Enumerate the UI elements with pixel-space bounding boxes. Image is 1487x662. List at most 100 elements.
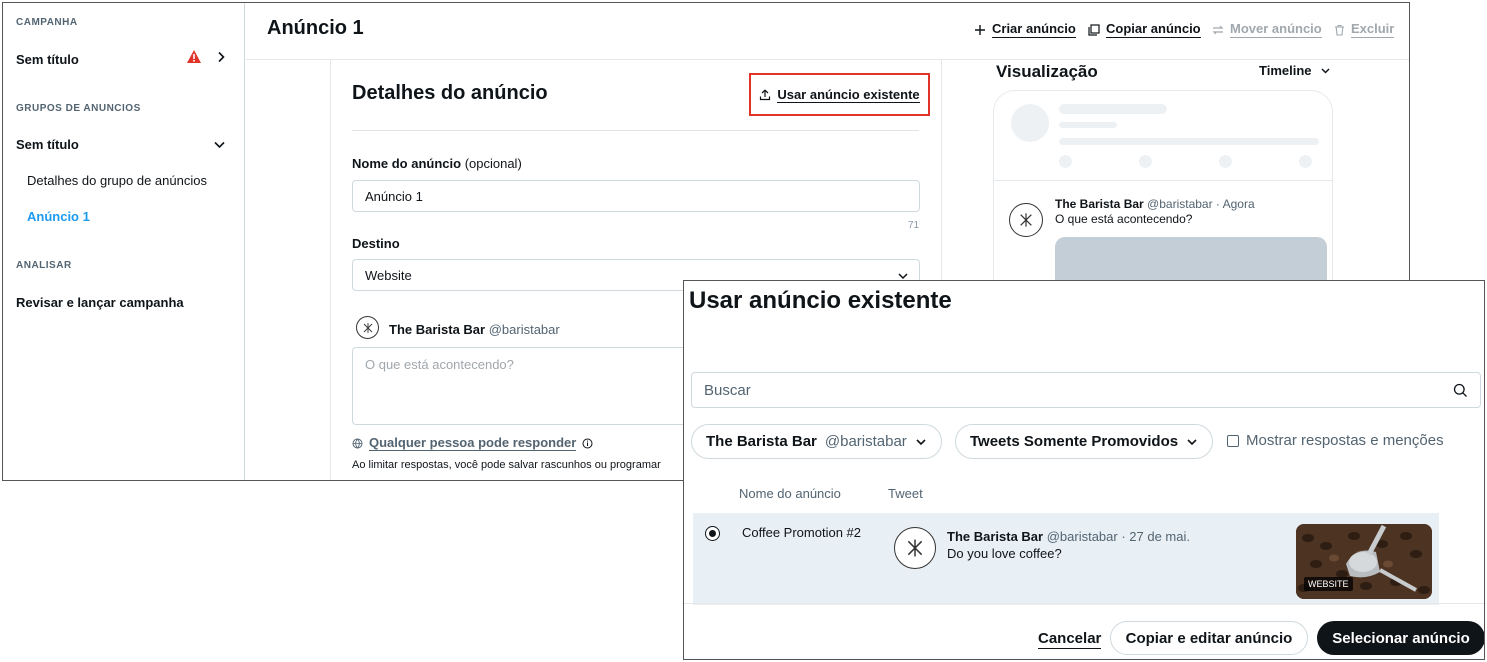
destination-label: Destino [352,236,400,251]
swap-icon [1212,25,1224,34]
use-existing-ad-button[interactable]: Usar anúncio existente [749,73,930,116]
warning-icon [187,50,201,63]
show-replies-toggle[interactable]: Mostrar respostas e menções [1227,432,1444,449]
skeleton-dot [1139,155,1152,168]
row-account-meta: @baristabar · 27 de mai. [1046,529,1190,544]
barista-logo-icon [907,539,923,557]
page-title: Anúncio 1 [267,17,364,39]
plus-icon [975,24,985,35]
skeleton-dot [1299,155,1312,168]
skeleton-line [1059,104,1167,114]
account-line: The Barista Bar @baristabar [389,322,560,337]
use-existing-label: Usar anúncio existente [777,86,920,103]
info-icon[interactable] [582,438,593,449]
char-counter: 71 [908,220,920,231]
chevron-right-icon[interactable] [215,51,227,63]
row-tweet-text: Do you love coffee? [947,546,1062,561]
select-ad-button[interactable]: Selecionar anúncio [1317,621,1484,655]
move-ad-button[interactable]: Mover anúncio [1212,21,1322,38]
avatar [894,527,936,569]
row-account-name: The Barista Bar [947,529,1044,544]
table-row[interactable]: Coffee Promotion #2 The Barista Bar @bar… [693,513,1439,605]
sidebar-section-campaign: CAMPANHA [16,17,78,28]
reply-setting-label: Qualquer pessoa pode responder [369,435,577,451]
preview-account-line: The Barista Bar @baristabar · Agora [1055,197,1255,211]
divider [684,603,1484,604]
preview-mode-label: Timeline [1259,63,1312,78]
sidebar-section-analyze: ANALISAR [16,260,72,271]
create-ad-button[interactable]: Criar anúncio [974,21,1076,38]
sidebar-item-ad[interactable]: Anúncio 1 [27,209,90,224]
account-handle: @baristabar [488,322,560,337]
skeleton-dot [1059,155,1072,168]
tweet-type-filter-dropdown[interactable]: Tweets Somente Promovidos [955,424,1214,459]
divider [352,130,919,131]
show-replies-checkbox[interactable] [1227,434,1239,447]
account-filter-handle: @baristabar [824,433,907,450]
globe-icon [352,438,363,449]
sidebar: CAMPANHA Sem título GRUPOS DE ANUNCIOS S… [3,3,245,480]
delete-label: Excluir [1351,21,1395,38]
skeleton-dot [1219,155,1232,168]
preview-title: Visualização [996,62,1098,81]
website-badge: WEBSITE [1304,577,1353,591]
row-ad-name: Coffee Promotion #2 [742,525,861,540]
barista-logo-icon [363,322,372,333]
sidebar-item-review[interactable]: Revisar e lançar campanha [16,295,184,310]
sidebar-item-campaign[interactable]: Sem título [16,52,79,67]
use-existing-ad-modal: Usar anúncio existente Buscar The Barist… [683,280,1485,660]
avatar [1009,203,1043,237]
sidebar-item-adgroup-details[interactable]: Detalhes do grupo de anúncios [27,173,207,188]
modal-title: Usar anúncio existente [689,287,952,314]
chevron-down-icon [1187,438,1197,445]
preview-account-name: The Barista Bar [1055,197,1144,211]
chevron-down-icon [1320,68,1330,74]
trash-icon [1335,24,1344,36]
barista-logo-icon [1020,213,1032,227]
column-header-tweet: Tweet [888,486,923,501]
sidebar-item-adgroup[interactable]: Sem título [16,137,79,152]
cancel-button[interactable]: Cancelar [1038,630,1102,649]
ad-name-input[interactable]: Anúncio 1 [352,180,920,212]
search-icon[interactable] [1453,383,1468,398]
copy-ad-label: Copiar anúncio [1106,21,1201,38]
optional-label: (opcional) [464,156,522,171]
search-input[interactable]: Buscar [691,372,1481,408]
skeleton-avatar [1011,104,1049,142]
ad-name-label: Nome do anúncio (opcional) [352,156,522,171]
ad-name-label-text: Nome do anúncio [352,156,462,171]
destination-value: Website [365,267,412,283]
copy-icon [1088,23,1100,36]
topbar: Anúncio 1 Criar anúncio Copiar anúncio M… [246,3,1409,60]
chevron-down-icon [916,438,926,445]
copy-edit-ad-button[interactable]: Copiar e editar anúncio [1110,621,1308,655]
skeleton-line [1059,138,1319,145]
delete-button[interactable]: Excluir [1334,21,1395,38]
row-account-line: The Barista Bar @baristabar · 27 de mai. [947,529,1190,544]
divider [993,180,1333,181]
gutter [246,60,331,480]
account-filter-dropdown[interactable]: The Barista Bar @baristabar [691,424,942,459]
show-replies-label: Mostrar respostas e menções [1246,432,1444,449]
copy-ad-button[interactable]: Copiar anúncio [1088,21,1201,38]
ad-details-title: Detalhes do anúncio [352,82,548,104]
create-ad-label: Criar anúncio [992,21,1076,38]
preview-mode-select[interactable]: Timeline [1259,63,1331,78]
preview-tweet-text: O que está acontecendo? [1055,212,1193,226]
account-filter-name: The Barista Bar [706,433,817,450]
preview-account-meta: @baristabar · Agora [1147,197,1255,211]
move-ad-label: Mover anúncio [1230,21,1322,38]
reply-hint: Ao limitar respostas, você pode salvar r… [352,459,661,471]
reply-setting-button[interactable]: Qualquer pessoa pode responder [352,435,593,451]
account-name: The Barista Bar [389,322,486,337]
row-radio-selected[interactable] [705,526,720,541]
row-thumbnail: WEBSITE [1296,524,1432,599]
search-placeholder: Buscar [704,381,751,399]
tweet-type-filter-label: Tweets Somente Promovidos [970,433,1179,450]
skeleton-line [1059,122,1117,128]
column-header-name: Nome do anúncio [739,486,841,501]
avatar [356,316,379,339]
sidebar-section-adgroups: GRUPOS DE ANUNCIOS [16,103,141,114]
chevron-down-icon[interactable] [213,138,226,151]
upload-icon [760,88,771,100]
